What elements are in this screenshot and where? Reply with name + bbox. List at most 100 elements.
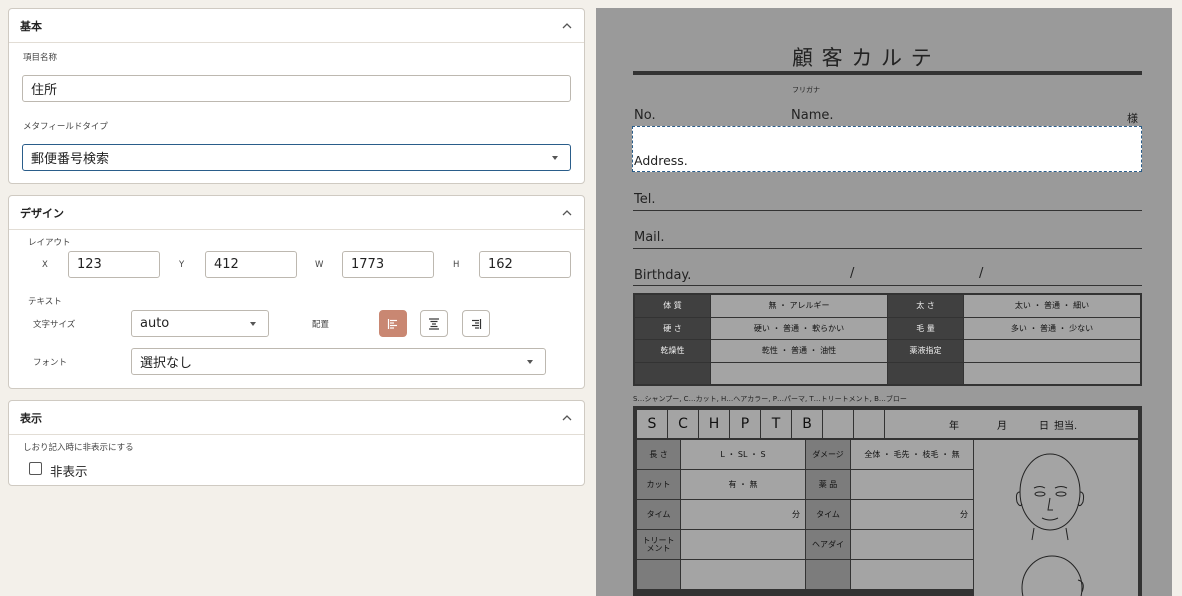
panel-basic-header[interactable]: 基本 (9, 9, 584, 43)
attr-cell (964, 362, 1140, 384)
record-cell: 長 さ (637, 440, 680, 469)
panel-display: 表示 しおり記入時に非表示にする 非表示 (8, 400, 585, 486)
w-value: 1773 (351, 257, 385, 272)
y-input[interactable]: 412 (205, 251, 297, 278)
align-left-button[interactable] (379, 310, 407, 337)
align-center-icon (429, 317, 439, 330)
x-label: X (42, 260, 48, 270)
preview-title: 顧 客 カ ル テ (792, 46, 933, 70)
record-cell (851, 560, 973, 589)
w-label: W (315, 260, 324, 270)
service-letter-cell: B (792, 410, 822, 438)
meta-type-label: メタフィールドタイプ (23, 122, 108, 132)
y-label: Y (179, 260, 185, 270)
record-cell: 薬 品 (806, 470, 850, 499)
hide-checkbox[interactable] (29, 462, 42, 475)
h-label: H (453, 260, 460, 270)
face-illustration-cell (974, 440, 1138, 596)
record-cell: ダメージ (806, 440, 850, 469)
record-cell: 分 (681, 500, 805, 529)
service-letter-cell: T (761, 410, 791, 438)
panel-basic-title: 基本 (20, 19, 42, 33)
record-cell (681, 560, 805, 589)
attr-cell: 薬液指定 (888, 340, 963, 362)
service-letter-cell: H (699, 410, 729, 438)
tel-rule (633, 210, 1142, 211)
attr-cell: 硬 さ (635, 317, 710, 339)
service-blank-cell (823, 410, 853, 438)
attr-cell: 太い ・ 普通 ・ 細い (964, 295, 1140, 317)
record-cell: 有 ・ 無 (681, 470, 805, 499)
document-preview[interactable]: 顧 客 カ ル テ フリガナ No. Name. 様 Address. Tel.… (596, 8, 1172, 596)
font-value: 選択なし (140, 356, 193, 371)
panel-design: デザイン レイアウト X 123 Y 412 W 1773 H 162 テキスト… (8, 195, 585, 389)
chevron-down-icon (250, 321, 256, 326)
attr-cell: 無 ・ アレルギー (711, 295, 887, 317)
item-name-label: 項目名称 (23, 53, 58, 63)
chevron-up-icon[interactable] (561, 20, 573, 32)
attr-cell: 太 さ (888, 295, 963, 317)
item-name-value: 住所 (31, 83, 58, 98)
panel-display-header[interactable]: 表示 (9, 401, 584, 435)
align-label: 配置 (312, 320, 330, 330)
attr-cell: 乾性 ・ 普通 ・ 油性 (711, 340, 887, 362)
chevron-up-icon[interactable] (561, 207, 573, 219)
x-value: 123 (77, 257, 102, 272)
no-label: No. (634, 108, 656, 123)
hair-attributes-table: 体 質無 ・ アレルギー太 さ太い ・ 普通 ・ 細い硬 さ硬い ・ 普通 ・ … (633, 293, 1142, 386)
y-value: 412 (214, 257, 239, 272)
chevron-down-icon (527, 359, 533, 364)
date-date_month: 月 (997, 420, 1007, 432)
panel-display-title: 表示 (20, 411, 42, 425)
font-size-label: 文字サイズ (33, 320, 76, 330)
sama-label: 様 (1127, 112, 1138, 125)
chevron-up-icon[interactable] (561, 412, 573, 424)
attr-cell (635, 362, 710, 384)
w-input[interactable]: 1773 (342, 251, 434, 278)
attr-cell: 体 質 (635, 295, 710, 317)
text-label: テキスト (28, 297, 62, 307)
align-right-icon (472, 318, 482, 329)
birthday-slash-2: / (979, 266, 984, 281)
meta-type-select[interactable]: 郵便番号検索 (22, 144, 571, 171)
service-record-table: S C H P T B 年 月 日担当. 長 さL ・ SL ・ S ダメージ 全体 ・ 毛先 ・ … (633, 406, 1142, 596)
service-letter-cell: S (637, 410, 667, 438)
h-input[interactable]: 162 (479, 251, 571, 278)
record-cell: ヘアダイ (806, 530, 850, 559)
address-label: Address. (634, 153, 688, 168)
birthday-slash-1: / (850, 266, 855, 281)
hide-checkbox-label[interactable]: 非表示 (50, 461, 88, 480)
meta-type-value: 郵便番号検索 (31, 152, 110, 167)
service-letter-cell: P (730, 410, 760, 438)
chevron-down-icon (552, 155, 558, 160)
align-center-button[interactable] (420, 310, 448, 337)
font-select[interactable]: 選択なし (131, 348, 546, 375)
h-value: 162 (488, 257, 513, 272)
font-size-select[interactable]: auto (131, 310, 269, 337)
font-size-value: auto (140, 316, 170, 331)
head-diagram-icon (1015, 453, 1085, 596)
attr-cell: 硬い ・ 普通 ・ 軟らかい (711, 317, 887, 339)
x-input[interactable]: 123 (68, 251, 160, 278)
selected-address-field[interactable] (632, 126, 1142, 172)
align-right-button[interactable] (462, 310, 490, 337)
panel-design-header[interactable]: デザイン (9, 196, 584, 230)
attr-cell: 乾燥性 (635, 340, 710, 362)
panel-design-title: デザイン (20, 206, 64, 220)
hide-description: しおり記入時に非表示にする (23, 443, 134, 453)
record-cell (637, 560, 680, 589)
record-cell (851, 470, 973, 499)
service-blank-cell (854, 410, 884, 438)
tel-label: Tel. (634, 192, 656, 207)
date-date_day: 日 (1039, 420, 1049, 432)
service-letter-cell: C (668, 410, 698, 438)
item-name-input[interactable]: 住所 (22, 75, 571, 102)
record-cell: 分 (851, 500, 973, 529)
align-left-icon (387, 318, 397, 329)
record-cell: L ・ SL ・ S (681, 440, 805, 469)
birthday-label: Birthday. (634, 268, 692, 283)
record-cell: カット (637, 470, 680, 499)
date-staff: 担当. (1054, 420, 1078, 432)
record-cell (851, 530, 973, 559)
mail-rule (633, 248, 1142, 249)
